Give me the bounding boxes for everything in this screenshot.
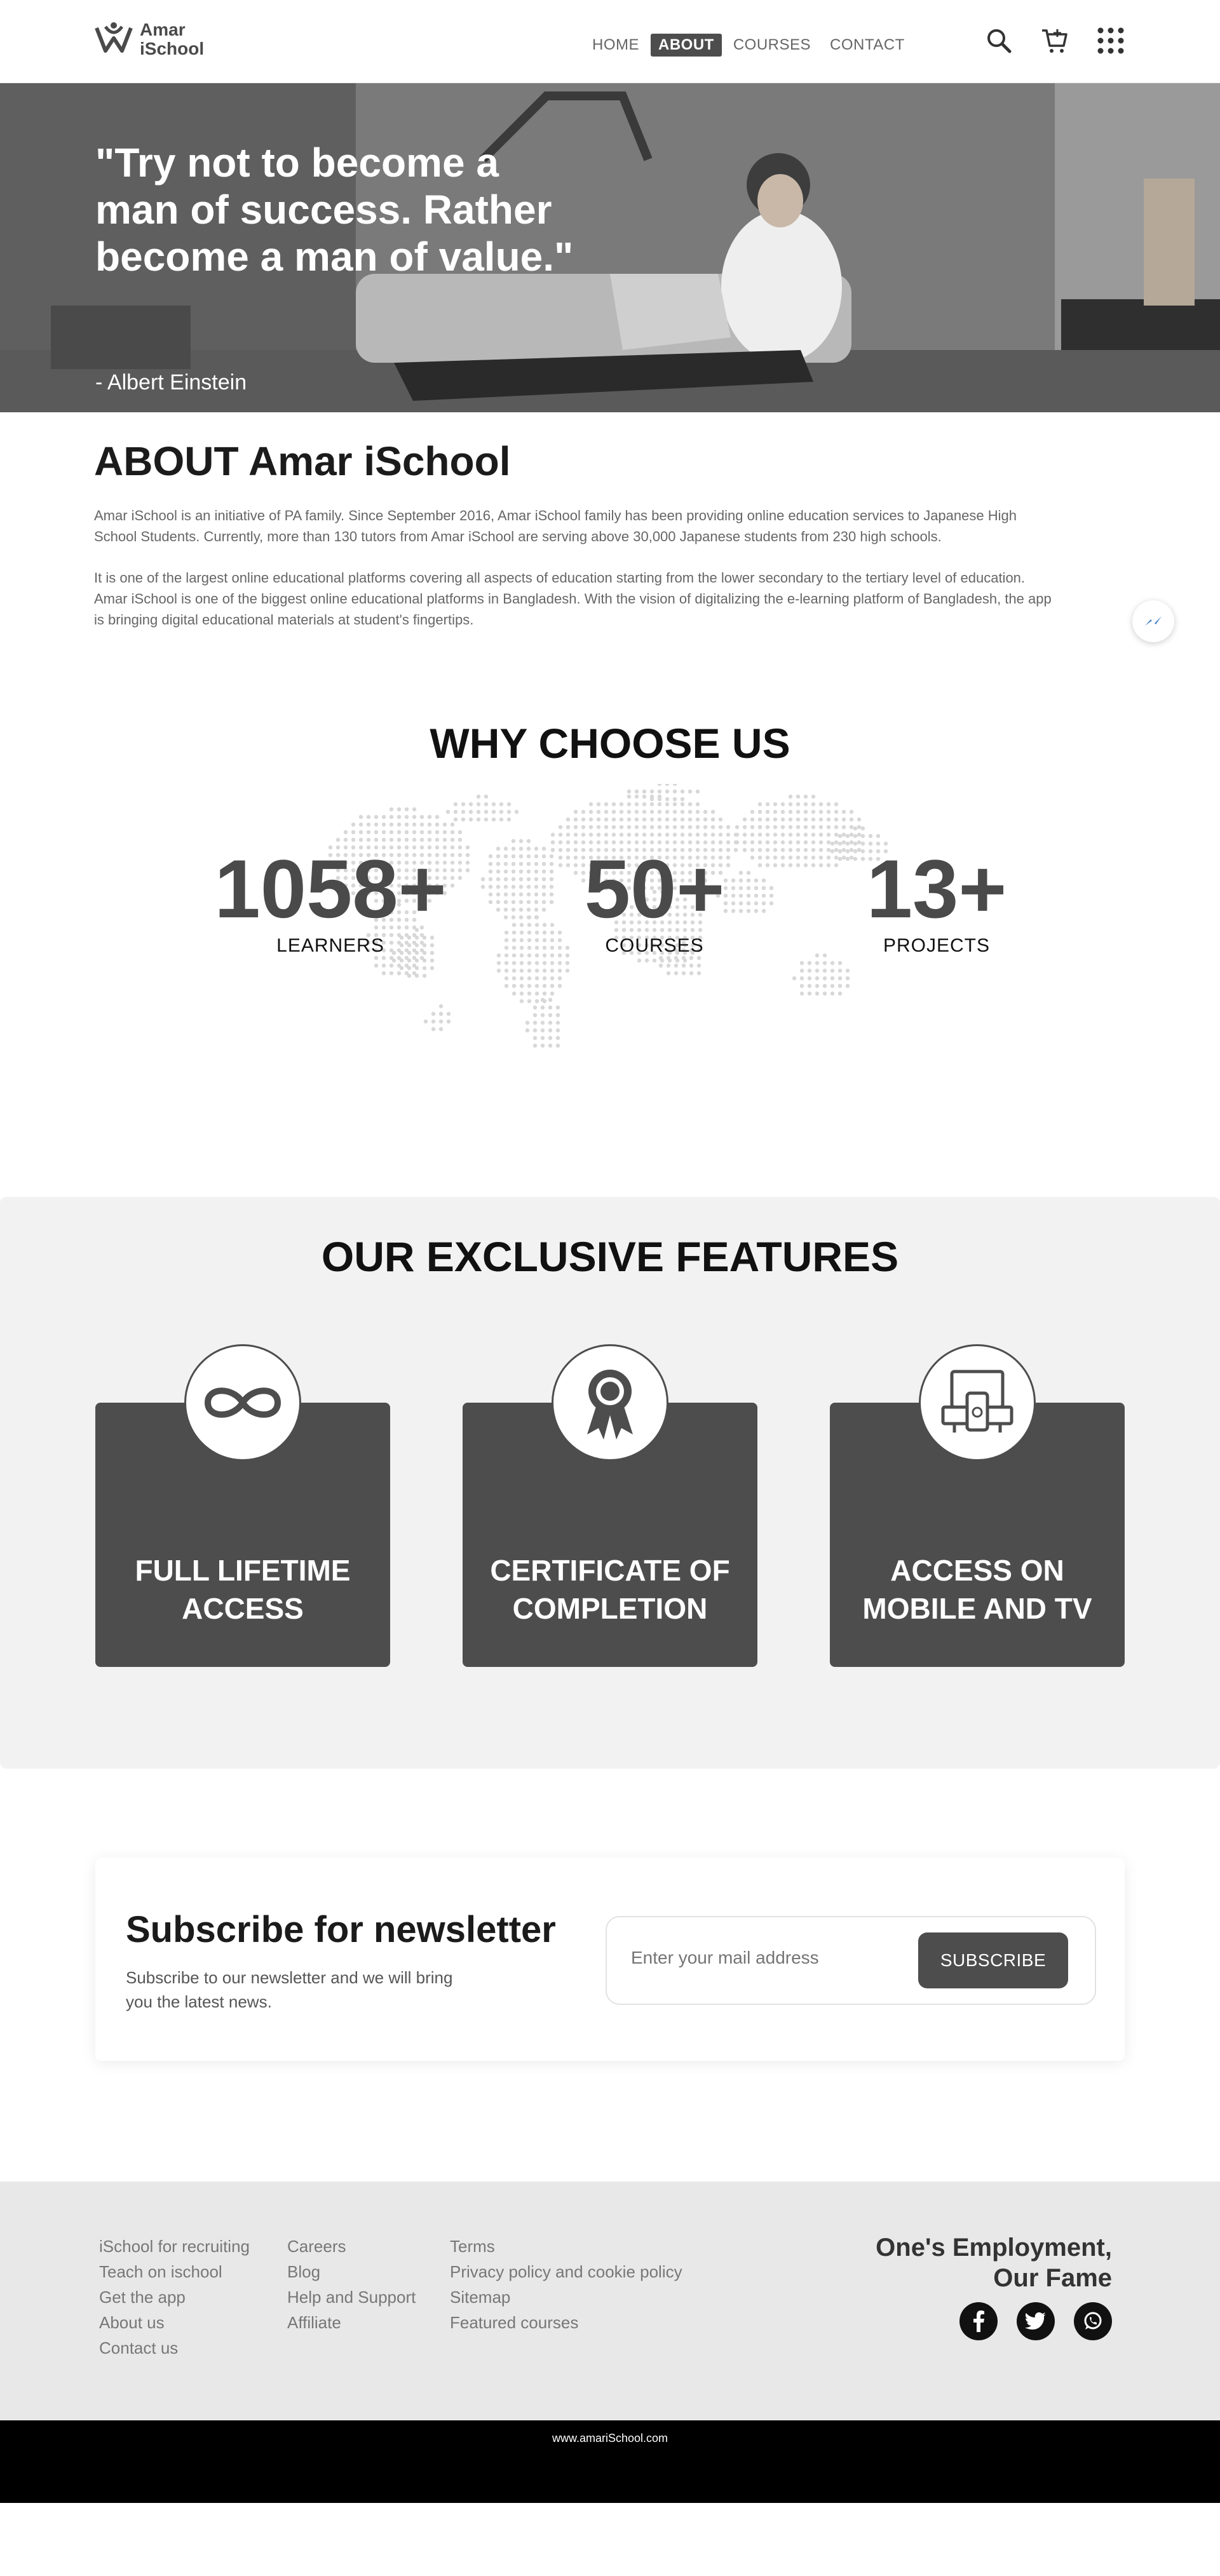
email-input[interactable]: [631, 1948, 898, 1968]
stat-projects-value: 13+: [866, 842, 1007, 935]
footer-link-help[interactable]: Help and Support: [287, 2284, 416, 2310]
footer-link-about[interactable]: About us: [99, 2310, 250, 2335]
logo-line2: iSchool: [140, 39, 205, 58]
copyright-bar: www.amariSchool.com: [0, 2420, 1220, 2503]
feature-title-line2: COMPLETION: [512, 1592, 708, 1625]
award-ribbon-icon: [552, 1344, 668, 1461]
twitter-icon[interactable]: [1017, 2302, 1055, 2340]
newsletter-card: Subscribe for newsletter Subscribe to ou…: [95, 1858, 1125, 2061]
logo[interactable]: Amar iSchool: [94, 19, 204, 60]
hero-banner: "Try not to become a man of success. Rat…: [0, 83, 1220, 412]
facebook-icon[interactable]: [959, 2302, 998, 2340]
feature-title-devices: ACCESS ON MOBILE AND TV: [830, 1551, 1125, 1628]
header-actions: [984, 25, 1126, 56]
infinity-icon: [184, 1344, 301, 1461]
why-title: WHY CHOOSE US: [430, 720, 790, 767]
feature-title-line2: ACCESS: [182, 1592, 304, 1625]
main-nav: HOME ABOUT COURSES CONTACT: [585, 34, 916, 57]
newsletter-form: SUBSCRIBE: [606, 1916, 1096, 2005]
about-paragraph-1: Amar iSchool is an initiative of PA fami…: [94, 508, 1017, 544]
nav-about[interactable]: ABOUT: [651, 34, 722, 57]
search-icon[interactable]: [984, 25, 1014, 56]
features-title: OUR EXCLUSIVE FEATURES: [321, 1233, 899, 1280]
messenger-icon: [1145, 616, 1162, 626]
feature-card-lifetime[interactable]: FULL LIFETIME ACCESS: [95, 1344, 390, 1667]
logo-text: Amar iSchool: [140, 20, 204, 58]
feature-title-line1: ACCESS ON: [890, 1554, 1064, 1587]
site-header: Amar iSchool HOME ABOUT COURSES CONTACT: [0, 0, 1220, 83]
subscribe-button[interactable]: SUBSCRIBE: [918, 1932, 1068, 1988]
cart-icon[interactable]: [1040, 25, 1070, 56]
features-section: OUR EXCLUSIVE FEATURES FULL LIFETIME ACC…: [0, 1197, 1220, 1769]
hero-author: - Albert Einstein: [95, 370, 247, 394]
logo-line1: Amar: [140, 20, 186, 39]
feature-card-devices[interactable]: ACCESS ON MOBILE AND TV: [830, 1344, 1125, 1667]
nav-home[interactable]: HOME: [585, 34, 647, 57]
feature-title-lifetime: FULL LIFETIME ACCESS: [95, 1551, 390, 1628]
messenger-chat-button[interactable]: [1132, 600, 1174, 642]
footer-link-teach[interactable]: Teach on ischool: [99, 2259, 250, 2284]
whatsapp-icon[interactable]: [1074, 2302, 1112, 2340]
about-title: ABOUT Amar iSchool: [94, 438, 511, 484]
feature-title-line1: FULL LIFETIME: [135, 1554, 351, 1587]
newsletter-title: Subscribe for newsletter: [126, 1909, 556, 1950]
footer-link-privacy[interactable]: Privacy policy and cookie policy: [450, 2259, 682, 2284]
stat-learners: 1058+ LEARNERS: [210, 847, 451, 957]
stat-courses-label: COURSES: [605, 935, 704, 956]
stat-projects-label: PROJECTS: [883, 935, 991, 956]
feature-title-line1: CERTIFICATE OF: [490, 1554, 730, 1587]
about-section: ABOUT Amar iSchool Amar iSchool is an in…: [0, 412, 1220, 670]
footer-column-1: iSchool for recruiting Teach on ischool …: [99, 2234, 250, 2361]
footer-link-sitemap[interactable]: Sitemap: [450, 2284, 682, 2310]
site-footer: iSchool for recruiting Teach on ischool …: [0, 2182, 1220, 2420]
why-choose-section: WHY CHOOSE US 1058+ LEARNERS 50+ COURSES…: [0, 670, 1220, 1197]
nav-contact[interactable]: CONTACT: [822, 34, 912, 57]
nav-courses[interactable]: COURSES: [726, 34, 818, 57]
footer-slogan: One's Employment, Our Fame: [876, 2232, 1112, 2293]
stat-projects: 13+ PROJECTS: [816, 847, 1057, 957]
footer-link-careers[interactable]: Careers: [287, 2234, 416, 2259]
footer-link-contact[interactable]: Contact us: [99, 2335, 250, 2361]
newsletter-section: Subscribe for newsletter Subscribe to ou…: [0, 1769, 1220, 2182]
footer-column-2: Careers Blog Help and Support Affiliate: [287, 2234, 416, 2335]
stat-learners-label: LEARNERS: [276, 935, 384, 956]
footer-column-3: Terms Privacy policy and cookie policy S…: [450, 2234, 682, 2335]
footer-link-terms[interactable]: Terms: [450, 2234, 682, 2259]
stat-courses: 50+ COURSES: [534, 847, 775, 957]
slogan-line2: Our Fame: [993, 2264, 1112, 2292]
feature-title-certificate: CERTIFICATE OF COMPLETION: [463, 1551, 757, 1628]
stat-learners-value: 1058+: [214, 842, 447, 935]
footer-link-featured[interactable]: Featured courses: [450, 2310, 682, 2335]
logo-icon: [95, 22, 133, 53]
about-paragraph-2: It is one of the largest online educatio…: [94, 570, 1052, 628]
slogan-line1: One's Employment,: [876, 2234, 1112, 2262]
stat-courses-value: 50+: [584, 842, 725, 935]
footer-link-blog[interactable]: Blog: [287, 2259, 416, 2284]
footer-link-recruiting[interactable]: iSchool for recruiting: [99, 2234, 250, 2259]
copyright-text: www.amariSchool.com: [552, 2432, 668, 2445]
hero-quote: "Try not to become a man of success. Rat…: [95, 140, 574, 280]
feature-card-certificate[interactable]: CERTIFICATE OF COMPLETION: [463, 1344, 757, 1667]
apps-grid-icon[interactable]: [1095, 25, 1126, 56]
footer-link-affiliate[interactable]: Affiliate: [287, 2310, 416, 2335]
footer-link-app[interactable]: Get the app: [99, 2284, 250, 2310]
newsletter-subtitle: Subscribe to our newsletter and we will …: [126, 1968, 453, 2011]
social-links: [959, 2302, 1112, 2340]
tv-mobile-icon: [919, 1344, 1036, 1461]
feature-title-line2: MOBILE AND TV: [862, 1592, 1092, 1625]
